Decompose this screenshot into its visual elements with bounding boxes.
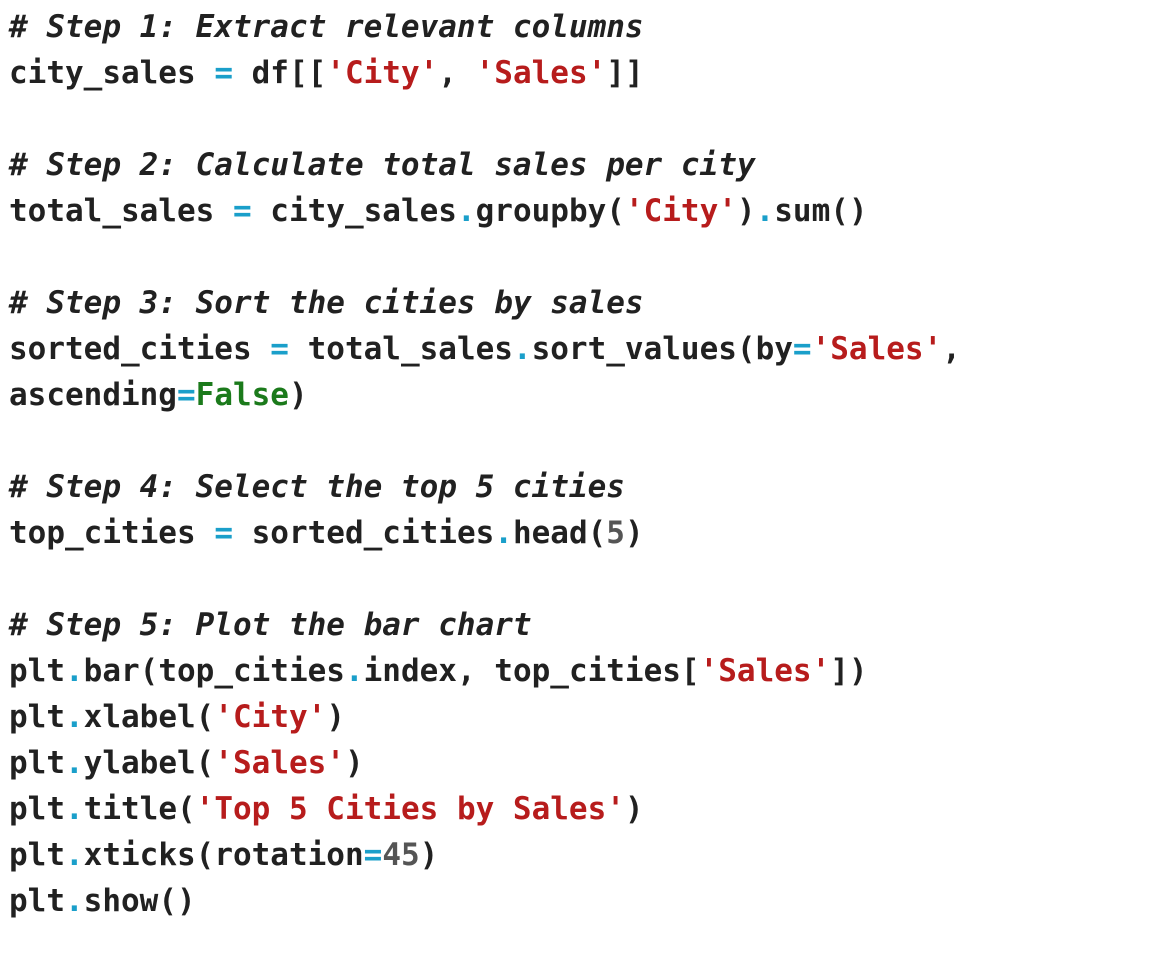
- code-text: total_sales: [288, 331, 513, 367]
- code-text: sorted_cities: [232, 515, 495, 551]
- code-operator: =: [214, 55, 233, 91]
- code-operator: =: [270, 331, 289, 367]
- code-line: city_sales = df[['City', 'Sales']]: [9, 50, 1149, 96]
- code-text: plt: [9, 745, 65, 781]
- code-text: bar(top_cities: [83, 653, 345, 689]
- code-operator: .: [65, 791, 84, 827]
- code-text: ,: [942, 331, 961, 367]
- code-string: 'City': [326, 55, 439, 91]
- code-string: 'Sales': [475, 55, 607, 91]
- code-text: head(: [512, 515, 607, 551]
- code-operator: =: [792, 331, 812, 367]
- code-line: # Step 5: Plot the bar chart: [9, 602, 1149, 648]
- code-operator: .: [65, 837, 84, 873]
- code-text: sort_values(by: [531, 331, 793, 367]
- code-line: ascending=False): [9, 372, 1149, 418]
- code-text: index, top_cities[: [363, 653, 700, 689]
- code-comment: # Step 1: Extract relevant columns: [9, 9, 644, 45]
- code-string: 'Sales': [811, 331, 943, 367]
- code-line: # Step 2: Calculate total sales per city: [9, 142, 1149, 188]
- code-line: plt.show(): [9, 878, 1149, 924]
- code-number: 45: [382, 837, 420, 873]
- code-line: total_sales = city_sales.groupby('City')…: [9, 188, 1149, 234]
- code-text: xlabel(: [83, 699, 215, 735]
- code-text: plt: [9, 791, 65, 827]
- code-text: sorted_cities: [9, 331, 271, 367]
- code-text: ): [624, 791, 644, 827]
- code-line: plt.title('Top 5 Cities by Sales'): [9, 786, 1149, 832]
- code-string: 'Top 5 Cities by Sales': [195, 791, 625, 827]
- code-text: ylabel(: [83, 745, 215, 781]
- code-line: # Step 1: Extract relevant columns: [9, 4, 1149, 50]
- code-text: plt: [9, 837, 65, 873]
- code-string: 'City': [624, 193, 737, 229]
- code-text: plt: [9, 699, 65, 735]
- code-operator: .: [755, 193, 775, 229]
- code-operator: .: [65, 883, 84, 919]
- code-operator: .: [65, 745, 84, 781]
- code-string: 'Sales': [214, 745, 345, 781]
- code-comment: # Step 2: Calculate total sales per city: [9, 147, 756, 183]
- code-text: city_sales: [251, 193, 457, 229]
- code-text: ,: [438, 55, 476, 91]
- code-text: ): [419, 837, 439, 873]
- code-operator: .: [456, 193, 476, 229]
- code-comment: # Step 5: Plot the bar chart: [9, 607, 532, 643]
- code-line: plt.bar(top_cities.index, top_cities['Sa…: [9, 648, 1149, 694]
- code-text: groupby(: [475, 193, 625, 229]
- code-text: ascending: [9, 377, 177, 413]
- code-text: ]]: [606, 55, 644, 91]
- code-text: top_cities: [9, 515, 215, 551]
- code-text: plt: [9, 883, 65, 919]
- code-text: total_sales: [9, 193, 233, 229]
- code-line: sorted_cities = total_sales.sort_values(…: [9, 326, 1149, 372]
- code-line: top_cities = sorted_cities.head(5): [9, 510, 1149, 556]
- code-string: 'Sales': [699, 653, 831, 689]
- code-line: # Step 3: Sort the cities by sales: [9, 280, 1149, 326]
- code-operator: .: [344, 653, 364, 689]
- code-operator: =: [363, 837, 383, 873]
- code-comment: # Step 3: Sort the cities by sales: [9, 285, 644, 321]
- code-operator: =: [214, 515, 233, 551]
- code-operator: .: [512, 331, 532, 367]
- code-text: city_sales: [9, 55, 215, 91]
- code-text: title(: [83, 791, 196, 827]
- code-operator: =: [176, 377, 196, 413]
- code-operator: .: [65, 699, 84, 735]
- code-text: ]): [830, 653, 868, 689]
- code-operator: =: [232, 193, 252, 229]
- code-text: ): [288, 377, 308, 413]
- code-line: plt.xlabel('City'): [9, 694, 1149, 740]
- code-text: ): [624, 515, 644, 551]
- code-text: df[[: [232, 55, 327, 91]
- code-text: show(): [83, 883, 196, 919]
- code-text: sum(): [774, 193, 868, 229]
- code-line: # Step 4: Select the top 5 cities: [9, 464, 1149, 510]
- code-comment: # Step 4: Select the top 5 cities: [9, 469, 625, 505]
- code-text: ): [344, 745, 364, 781]
- code-keyword: False: [195, 377, 289, 413]
- code-text: xticks(rotation: [83, 837, 364, 873]
- code-block: # Step 1: Extract relevant columns city_s…: [0, 0, 1149, 979]
- code-operator: .: [65, 653, 84, 689]
- code-text: ): [736, 193, 756, 229]
- code-operator: .: [494, 515, 513, 551]
- code-text: ): [326, 699, 345, 735]
- code-line: plt.xticks(rotation=45): [9, 832, 1149, 878]
- code-string: 'City': [214, 699, 327, 735]
- code-number: 5: [606, 515, 625, 551]
- code-text: plt: [9, 653, 65, 689]
- code-line: plt.ylabel('Sales'): [9, 740, 1149, 786]
